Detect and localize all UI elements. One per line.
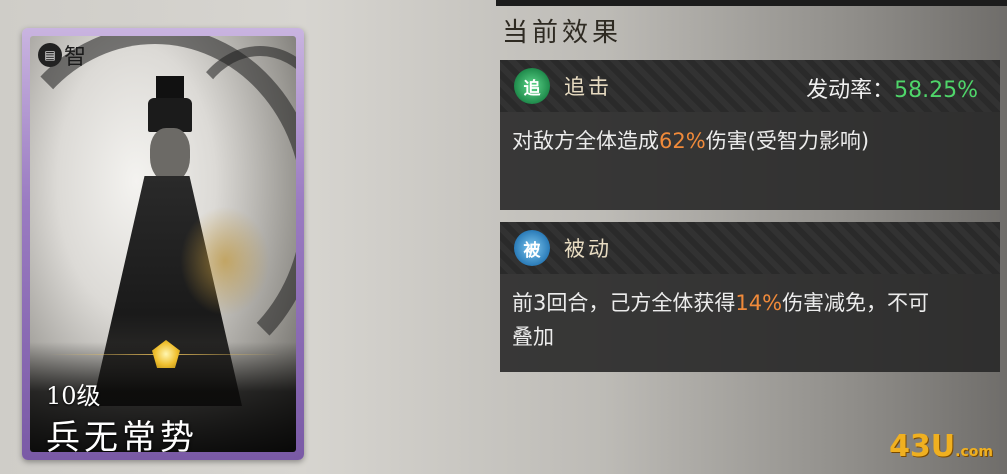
skill-level: 10级 — [46, 382, 101, 410]
effect-description: 对敌方全体造成62%伤害(受智力影响) — [500, 112, 1000, 170]
desc-highlight: 62% — [659, 129, 706, 153]
skill-name: 兵无常势 — [46, 418, 198, 452]
figure-face — [150, 128, 190, 182]
top-bar — [496, 0, 1007, 6]
effect-type: 追击 — [564, 75, 612, 99]
gold-ink-streak — [180, 206, 270, 316]
site-watermark: 43U.com — [889, 429, 993, 464]
section-title: 当前效果 — [502, 18, 623, 48]
effect-box-pursuit: 追 追击 发动率：58.25% 对敌方全体造成62%伤害(受智力影响) — [500, 60, 1000, 210]
skill-card[interactable]: ▤ 智 10级 兵无常势 — [22, 28, 304, 460]
passive-icon: 被 — [514, 230, 550, 266]
effect-box-passive: 被 被动 前3回合，己方全体获得14%伤害减免，不可叠加 — [500, 222, 1000, 372]
effect-type: 被动 — [564, 237, 612, 261]
stat-label: 智 — [64, 45, 87, 70]
intelligence-badge: ▤ 智 — [38, 42, 90, 70]
card-artwork: ▤ 智 10级 兵无常势 — [30, 36, 296, 452]
effect-description: 前3回合，己方全体获得14%伤害减免，不可叠加 — [500, 274, 960, 366]
desc-text: 前3回合，己方全体获得 — [512, 291, 736, 315]
rate-value: 58.25% — [894, 78, 978, 103]
pursuit-icon: 追 — [514, 68, 550, 104]
book-icon: ▤ — [38, 43, 62, 67]
effect-header: 被 被动 — [500, 222, 1000, 274]
effect-header: 追 追击 发动率：58.25% — [500, 60, 1000, 112]
rate-label: 发动率： — [806, 78, 895, 103]
desc-text: 对敌方全体造成 — [512, 129, 659, 153]
desc-text: 伤害(受智力影响) — [705, 129, 870, 153]
trigger-rate: 发动率：58.25% — [806, 72, 978, 104]
watermark-suffix: .com — [955, 444, 993, 460]
figure-head — [148, 98, 192, 132]
desc-highlight: 14% — [735, 291, 783, 315]
watermark-main: 43U — [889, 429, 956, 464]
